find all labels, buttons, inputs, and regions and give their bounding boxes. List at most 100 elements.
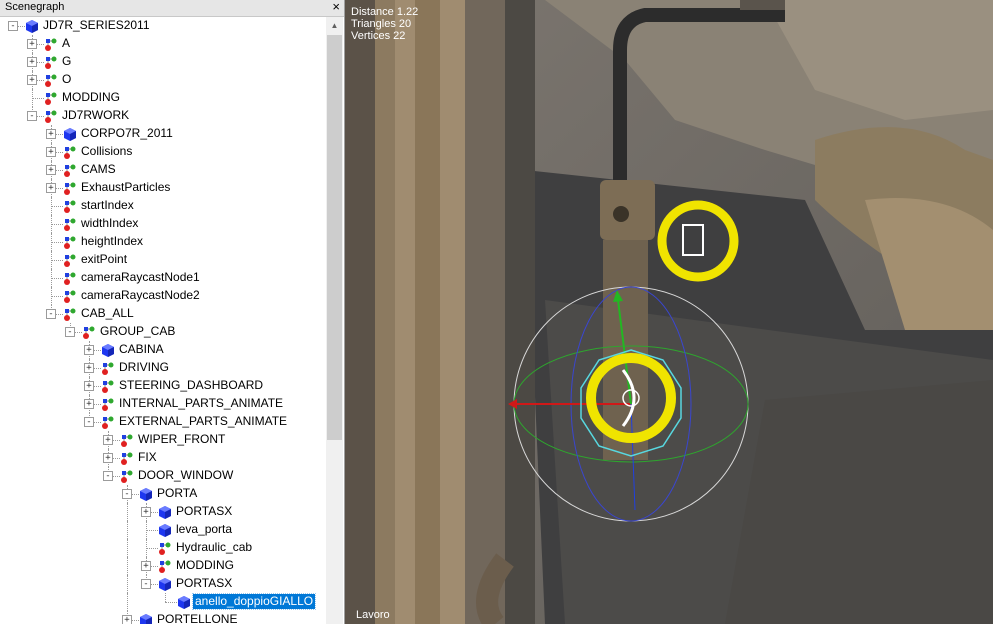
tree-node-label[interactable]: A bbox=[60, 36, 72, 51]
collapse-icon[interactable]: - bbox=[103, 471, 113, 481]
expand-icon[interactable]: + bbox=[141, 561, 151, 571]
tree-node-label[interactable]: MODDING bbox=[174, 558, 236, 573]
tree-row[interactable]: - PORTASX bbox=[0, 575, 326, 593]
tree-row[interactable]: - DOOR_WINDOW bbox=[0, 467, 326, 485]
tree-node-label[interactable]: EXTERNAL_PARTS_ANIMATE bbox=[117, 414, 289, 429]
tree-node-label[interactable]: CORPO7R_2011 bbox=[79, 126, 175, 141]
tree-node-label[interactable]: cameraRaycastNode1 bbox=[79, 270, 202, 285]
tree-row[interactable]: + CABINA bbox=[0, 341, 326, 359]
collapse-icon[interactable]: - bbox=[8, 21, 18, 31]
3d-viewport[interactable]: Distance 1.22 Triangles 20 Vertices 22 L… bbox=[345, 0, 993, 624]
tree-row[interactable]: anello_doppioGIALLO bbox=[0, 593, 326, 611]
expand-icon[interactable]: + bbox=[141, 507, 151, 517]
transform-node-icon bbox=[63, 253, 77, 267]
tree-row[interactable]: cameraRaycastNode1 bbox=[0, 269, 326, 287]
expand-icon[interactable]: + bbox=[122, 615, 132, 624]
tree-node-label[interactable]: CAB_ALL bbox=[79, 306, 136, 321]
tree-row[interactable]: - GROUP_CAB bbox=[0, 323, 326, 341]
tree-row[interactable]: + Collisions bbox=[0, 143, 326, 161]
tree-node-label[interactable]: startIndex bbox=[79, 198, 136, 213]
tree-row[interactable]: + PORTELLONE bbox=[0, 611, 326, 624]
tree-node-label[interactable]: leva_porta bbox=[174, 522, 234, 537]
tree-node-label[interactable]: heightIndex bbox=[79, 234, 145, 249]
expand-icon[interactable]: + bbox=[84, 345, 94, 355]
collapse-icon[interactable]: - bbox=[65, 327, 75, 337]
tree-row[interactable]: + WIPER_FRONT bbox=[0, 431, 326, 449]
tree-node-label[interactable]: PORTELLONE bbox=[155, 612, 239, 624]
tree-node-label[interactable]: widthIndex bbox=[79, 216, 140, 231]
tree-node-label[interactable]: WIPER_FRONT bbox=[136, 432, 227, 447]
expand-icon[interactable]: + bbox=[27, 57, 37, 67]
tree-row[interactable]: + CAMS bbox=[0, 161, 326, 179]
tree-row[interactable]: widthIndex bbox=[0, 215, 326, 233]
tree-row[interactable]: Hydraulic_cab bbox=[0, 539, 326, 557]
tree-node-label[interactable]: O bbox=[60, 72, 73, 87]
tree-node-label[interactable]: PORTASX bbox=[174, 576, 234, 591]
scroll-thumb[interactable] bbox=[327, 35, 342, 440]
collapse-icon[interactable]: - bbox=[122, 489, 132, 499]
tree-node-label[interactable]: STEERING_DASHBOARD bbox=[117, 378, 265, 393]
vertical-scrollbar[interactable]: ▲ bbox=[326, 17, 343, 624]
tree-node-label[interactable]: anello_doppioGIALLO bbox=[191, 593, 317, 610]
tree-node-label[interactable]: ExhaustParticles bbox=[79, 180, 172, 195]
mesh-cube-icon bbox=[158, 523, 172, 537]
mesh-cube-icon bbox=[158, 505, 172, 519]
collapse-icon[interactable]: - bbox=[46, 309, 56, 319]
tree-node-label[interactable]: INTERNAL_PARTS_ANIMATE bbox=[117, 396, 285, 411]
expand-icon[interactable]: + bbox=[46, 129, 56, 139]
expand-icon[interactable]: + bbox=[46, 183, 56, 193]
tree-node-label[interactable]: GROUP_CAB bbox=[98, 324, 177, 339]
tree-row[interactable]: + DRIVING bbox=[0, 359, 326, 377]
tree-node-label[interactable]: JD7RWORK bbox=[60, 108, 131, 123]
tree-row[interactable]: + A bbox=[0, 35, 326, 53]
tree-node-label[interactable]: PORTA bbox=[155, 486, 199, 501]
tree-node-label[interactable]: exitPoint bbox=[79, 252, 129, 267]
tree-row[interactable]: cameraRaycastNode2 bbox=[0, 287, 326, 305]
tree-node-label[interactable]: JD7R_SERIES2011 bbox=[41, 18, 152, 33]
tree-row[interactable]: startIndex bbox=[0, 197, 326, 215]
tree-row[interactable]: + CORPO7R_2011 bbox=[0, 125, 326, 143]
expand-icon[interactable]: + bbox=[46, 147, 56, 157]
expand-icon[interactable]: + bbox=[46, 165, 56, 175]
expand-icon[interactable]: + bbox=[27, 39, 37, 49]
tree-row[interactable]: + INTERNAL_PARTS_ANIMATE bbox=[0, 395, 326, 413]
collapse-icon[interactable]: - bbox=[141, 579, 151, 589]
tree-node-label[interactable]: FIX bbox=[136, 450, 159, 465]
tree-row[interactable]: + O bbox=[0, 71, 326, 89]
tree-row[interactable]: - CAB_ALL bbox=[0, 305, 326, 323]
scroll-up-arrow-icon[interactable]: ▲ bbox=[326, 17, 343, 34]
tree-row[interactable]: + ExhaustParticles bbox=[0, 179, 326, 197]
tree-row[interactable]: + PORTASX bbox=[0, 503, 326, 521]
tree-node-label[interactable]: PORTASX bbox=[174, 504, 234, 519]
tree-node-label[interactable]: DRIVING bbox=[117, 360, 171, 375]
collapse-icon[interactable]: - bbox=[84, 417, 94, 427]
tree-row[interactable]: leva_porta bbox=[0, 521, 326, 539]
collapse-icon[interactable]: - bbox=[27, 111, 37, 121]
close-icon[interactable]: × bbox=[332, 0, 340, 14]
tree-node-label[interactable]: Hydraulic_cab bbox=[174, 540, 254, 555]
tree-node-label[interactable]: CAMS bbox=[79, 162, 118, 177]
tree-row[interactable]: + STEERING_DASHBOARD bbox=[0, 377, 326, 395]
tree-node-label[interactable]: CABINA bbox=[117, 342, 166, 357]
tree-node-label[interactable]: G bbox=[60, 54, 73, 69]
tree-row[interactable]: MODDING bbox=[0, 89, 326, 107]
expand-icon[interactable]: + bbox=[84, 363, 94, 373]
expand-icon[interactable]: + bbox=[103, 435, 113, 445]
tree-node-label[interactable]: cameraRaycastNode2 bbox=[79, 288, 202, 303]
tree-row[interactable]: - PORTA bbox=[0, 485, 326, 503]
tree-row[interactable]: + G bbox=[0, 53, 326, 71]
tree-node-label[interactable]: Collisions bbox=[79, 144, 134, 159]
tree-node-label[interactable]: DOOR_WINDOW bbox=[136, 468, 235, 483]
tree-row[interactable]: exitPoint bbox=[0, 251, 326, 269]
tree-row[interactable]: - EXTERNAL_PARTS_ANIMATE bbox=[0, 413, 326, 431]
expand-icon[interactable]: + bbox=[84, 399, 94, 409]
expand-icon[interactable]: + bbox=[84, 381, 94, 391]
expand-icon[interactable]: + bbox=[27, 75, 37, 85]
tree-row[interactable]: + FIX bbox=[0, 449, 326, 467]
tree-node-label[interactable]: MODDING bbox=[60, 90, 122, 105]
expand-icon[interactable]: + bbox=[103, 453, 113, 463]
tree-row[interactable]: heightIndex bbox=[0, 233, 326, 251]
tree-row[interactable]: - JD7RWORK bbox=[0, 107, 326, 125]
tree-row[interactable]: - JD7R_SERIES2011 bbox=[0, 17, 326, 35]
tree-row[interactable]: + MODDING bbox=[0, 557, 326, 575]
